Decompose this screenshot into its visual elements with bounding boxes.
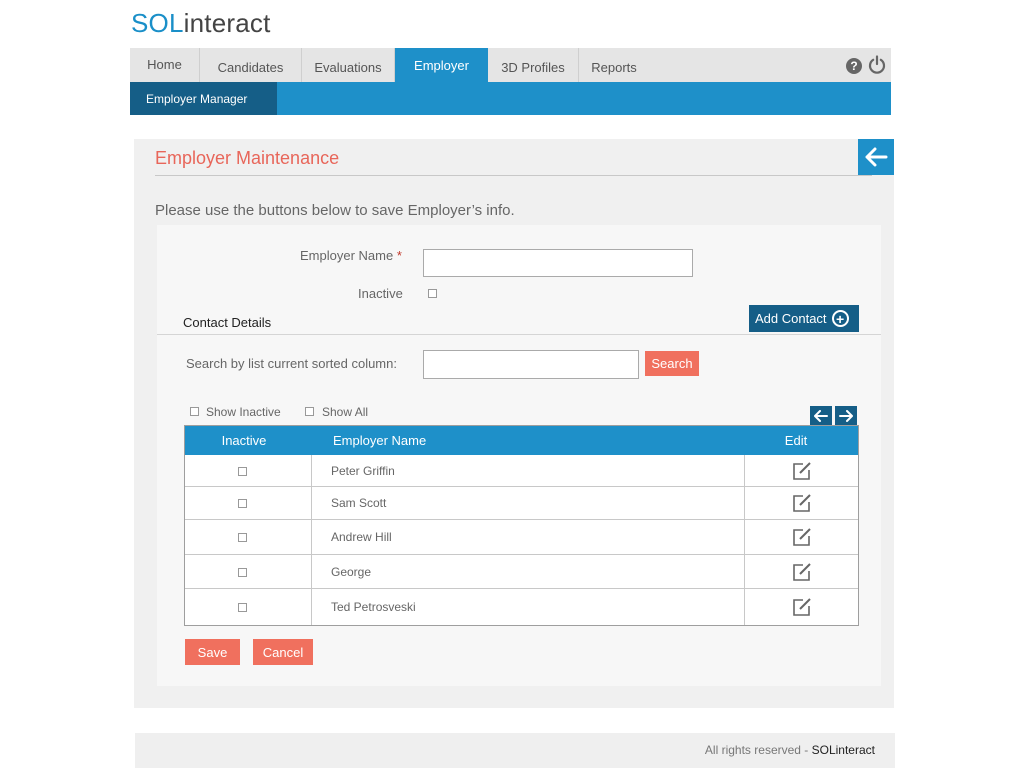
show-all-label: Show All	[322, 405, 369, 419]
employer-name-cell: George	[331, 564, 372, 579]
column-header-employer-name[interactable]: Employer Name	[333, 426, 426, 455]
inactive-checkbox[interactable]	[428, 289, 437, 298]
table-header: Inactive Employer Name Edit	[185, 426, 858, 455]
inactive-cell	[185, 520, 312, 554]
subtab-employer-manager[interactable]: Employer Manager	[130, 82, 277, 115]
required-mark: *	[396, 248, 402, 263]
plus-circle-icon: +	[831, 310, 849, 327]
edit-icon[interactable]	[792, 527, 812, 547]
page-title: Employer Maintenance	[155, 148, 340, 168]
back-button[interactable]	[858, 139, 894, 175]
title-divider	[155, 175, 872, 176]
edit-icon[interactable]	[792, 493, 812, 513]
arrow-left-icon	[814, 409, 828, 422]
table-row: Sam Scott	[185, 487, 858, 520]
table-row: Ted Petrosveski	[185, 589, 858, 625]
employer-name-cell: Sam Scott	[331, 496, 387, 510]
contact-details-title: Contact Details	[183, 315, 272, 330]
edit-cell	[744, 520, 858, 554]
arrow-right-icon	[839, 409, 853, 422]
inactive-cell	[185, 555, 312, 588]
row-inactive-checkbox[interactable]	[238, 466, 247, 476]
arrow-left-icon	[865, 147, 888, 167]
search-input[interactable]	[423, 350, 639, 379]
save-button[interactable]: Save	[185, 639, 240, 665]
row-inactive-checkbox[interactable]	[238, 499, 247, 508]
logo-interact: interact	[183, 8, 271, 38]
logo-sol: SOL	[131, 8, 184, 38]
edit-cell	[744, 487, 858, 519]
row-inactive-checkbox[interactable]	[238, 533, 247, 542]
power-icon[interactable]	[867, 55, 887, 75]
tab-employer[interactable]: Employer	[395, 48, 488, 82]
tab-reports[interactable]: Reports	[579, 48, 649, 82]
show-inactive-checkbox[interactable]	[190, 407, 199, 416]
edit-icon[interactable]	[792, 597, 812, 617]
search-label: Search by list current sorted column:	[186, 356, 397, 371]
footer: All rights reserved - SOLinteract	[135, 733, 895, 768]
show-inactive-label: Show Inactive	[206, 405, 281, 419]
row-inactive-checkbox[interactable]	[238, 603, 247, 612]
form-area: Employer Name * Inactive Contact Details…	[157, 225, 881, 686]
footer-brand: SOLinteract	[811, 743, 875, 757]
tab-home[interactable]: Home	[130, 48, 200, 82]
search-button[interactable]: Search	[645, 351, 699, 376]
add-contact-label: Add Contact	[755, 311, 827, 326]
employer-name-label-text: Employer Name	[300, 248, 394, 263]
edit-cell	[744, 455, 858, 486]
edit-icon[interactable]	[792, 562, 812, 582]
copyright-text: All rights reserved -	[704, 743, 812, 757]
next-page-button[interactable]	[835, 406, 857, 425]
edit-icon[interactable]	[792, 461, 812, 481]
employer-name-input[interactable]	[423, 249, 693, 277]
tab-evaluations[interactable]: Evaluations	[302, 48, 395, 82]
show-all-checkbox[interactable]	[305, 407, 314, 416]
inactive-label: Inactive	[358, 286, 403, 301]
inactive-cell	[185, 589, 312, 625]
cancel-button[interactable]: Cancel	[253, 639, 313, 665]
employer-name-cell: Peter Griffin	[331, 463, 395, 478]
add-contact-button[interactable]: Add Contact +	[749, 305, 859, 332]
table-row: Andrew Hill	[185, 520, 858, 555]
employer-maintenance-panel: Employer Maintenance Please use the butt…	[134, 139, 894, 708]
column-header-inactive[interactable]: Inactive	[185, 426, 303, 455]
logo: SOLinteract	[131, 8, 271, 38]
inactive-cell	[185, 455, 312, 486]
prev-page-button[interactable]	[810, 406, 832, 425]
help-icon[interactable]: ?	[846, 58, 862, 74]
table-row: Peter Griffin	[185, 455, 858, 487]
section-divider	[157, 334, 881, 335]
employer-table: Inactive Employer Name Edit Peter Griffi…	[184, 425, 859, 626]
intro-text: Please use the buttons below to save Emp…	[155, 202, 515, 219]
top-nav: Home Candidates Evaluations Employer 3D …	[130, 48, 891, 82]
table-row: George	[185, 555, 858, 589]
row-inactive-checkbox[interactable]	[238, 567, 247, 577]
employer-name-cell: Ted Petrosveski	[331, 600, 416, 614]
tab-candidates[interactable]: Candidates	[200, 48, 302, 82]
edit-cell	[744, 589, 858, 625]
employer-name-label: Employer Name *	[300, 248, 402, 263]
edit-cell	[744, 555, 858, 588]
tab-3d-profiles[interactable]: 3D Profiles	[488, 48, 579, 82]
sub-nav: Employer Manager	[130, 82, 891, 115]
column-header-edit: Edit	[784, 433, 808, 448]
footer-text: All rights reserved - SOLinteract	[705, 743, 875, 757]
inactive-cell	[185, 487, 312, 519]
employer-name-cell: Andrew Hill	[331, 530, 392, 544]
